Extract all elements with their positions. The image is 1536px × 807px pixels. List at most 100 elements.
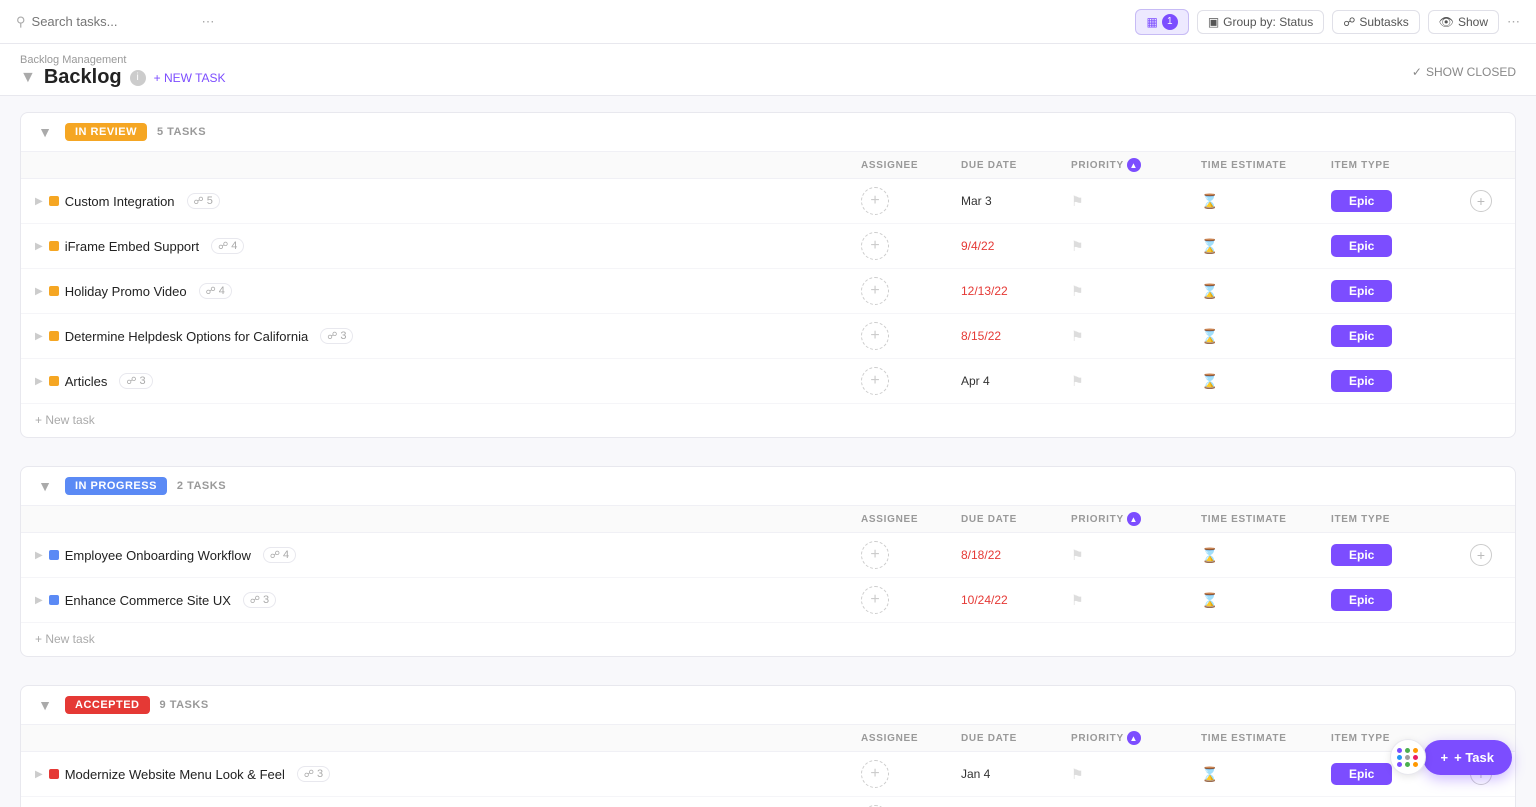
task-row[interactable]: ▶ Articles ☍ 3 +Apr 4⚑⌛Epic <box>21 359 1515 404</box>
assignee-cell[interactable]: + <box>861 367 961 395</box>
add-task-fab[interactable]: + + Task <box>1423 740 1512 775</box>
new-task-link[interactable]: + New task <box>35 413 95 427</box>
assignee-cell[interactable]: + <box>861 586 961 614</box>
task-row[interactable]: ▶ Employee Onboarding Workflow ☍ 4 +8/18… <box>21 533 1515 578</box>
assignee-cell[interactable]: + <box>861 322 961 350</box>
item-type-cell: Epic <box>1331 325 1461 347</box>
assignee-avatar[interactable]: + <box>861 187 889 215</box>
subtask-count[interactable]: ☍ 4 <box>211 238 244 254</box>
assignee-cell[interactable]: + <box>861 232 961 260</box>
item-type-cell: Epic <box>1331 544 1461 566</box>
search-area[interactable]: ⚲ ⋯ <box>16 14 1127 30</box>
assignee-avatar[interactable]: + <box>861 367 889 395</box>
assignee-avatar[interactable]: + <box>861 232 889 260</box>
expand-arrow[interactable]: ▶ <box>35 769 43 780</box>
assignee-cell[interactable]: + <box>861 541 961 569</box>
priority-cell: ⚑ <box>1071 547 1201 564</box>
subtask-count[interactable]: ☍ 3 <box>119 373 152 389</box>
task-row[interactable]: ▶ Enhance Commerce Site UX ☍ 3 +10/24/22… <box>21 578 1515 623</box>
item-type-cell: Epic <box>1331 280 1461 302</box>
hourglass-icon: ⌛ <box>1201 283 1218 300</box>
col-header-priority[interactable]: PRIORITY ▲ <box>1071 731 1201 745</box>
filter-badge: 1 <box>1162 14 1178 30</box>
expand-arrow[interactable]: ▶ <box>35 286 43 297</box>
due-date-value: 8/15/22 <box>961 329 1001 343</box>
assignee-avatar[interactable]: + <box>861 541 889 569</box>
task-row[interactable]: ▶ Determine Helpdesk Options for Califor… <box>21 314 1515 359</box>
assignee-cell[interactable]: + <box>861 187 961 215</box>
subtask-count[interactable]: ☍ 3 <box>320 328 353 344</box>
subtask-icon: ☍ <box>327 331 337 342</box>
flag-icon: ⚑ <box>1071 193 1084 210</box>
show-button[interactable]: 👁 Show <box>1428 10 1499 34</box>
assignee-avatar[interactable]: + <box>861 277 889 305</box>
expand-arrow[interactable]: ▶ <box>35 376 43 387</box>
expand-arrow[interactable]: ▶ <box>35 595 43 606</box>
expand-arrow[interactable]: ▶ <box>35 196 43 207</box>
task-row[interactable]: ▶ iFrame Embed Support ☍ 4 +9/4/22⚑⌛Epic <box>21 224 1515 269</box>
subtask-count[interactable]: ☍ 3 <box>297 766 330 782</box>
priority-cell: ⚑ <box>1071 592 1201 609</box>
add-circle-button[interactable]: + <box>1470 544 1492 566</box>
expand-arrow[interactable]: ▶ <box>35 331 43 342</box>
new-task-button[interactable]: + NEW TASK <box>154 71 226 85</box>
app-grid-button[interactable] <box>1390 739 1426 775</box>
col-header-priority[interactable]: PRIORITY ▲ <box>1071 512 1201 526</box>
subtask-count[interactable]: ☍ 5 <box>187 193 220 209</box>
col-name <box>35 512 861 526</box>
section-in-progress: ▼ IN PROGRESS 2 TASKS ASSIGNEEDUE DATEPR… <box>20 466 1516 657</box>
search-input[interactable] <box>32 14 192 29</box>
task-row[interactable]: ▶ Modernize Website Menu Look & Feel ☍ 3… <box>21 752 1515 797</box>
info-icon[interactable]: i <box>130 70 146 86</box>
task-row[interactable]: ▶ Holiday Promo Video ☍ 4 +12/13/22⚑⌛Epi… <box>21 269 1515 314</box>
subtask-icon: ☍ <box>218 241 228 252</box>
checkmark-icon: ✓ <box>1412 65 1422 79</box>
flag-icon: ⚑ <box>1071 547 1084 564</box>
collapse-in-progress-icon[interactable]: ▼ <box>35 478 55 494</box>
col-header-priority[interactable]: PRIORITY ▲ <box>1071 158 1201 172</box>
due-date-cell: Jan 4 <box>961 767 1071 781</box>
due-date-value: 10/24/22 <box>961 593 1008 607</box>
assignee-cell[interactable]: + <box>861 277 961 305</box>
priority-dot <box>49 769 59 779</box>
subtask-count[interactable]: ☍ 4 <box>263 547 296 563</box>
assignee-cell[interactable]: + <box>861 760 961 788</box>
assignee-avatar[interactable]: + <box>861 760 889 788</box>
subtask-count[interactable]: ☍ 4 <box>199 283 232 299</box>
collapse-accepted-icon[interactable]: ▼ <box>35 697 55 713</box>
expand-arrow[interactable]: ▶ <box>35 241 43 252</box>
assignee-avatar[interactable]: + <box>861 586 889 614</box>
col-header-due-date: DUE DATE <box>961 731 1071 745</box>
plus-icon: + <box>1441 750 1449 765</box>
due-date-cell: 10/24/22 <box>961 593 1071 607</box>
collapse-in-review-icon[interactable]: ▼ <box>35 124 55 140</box>
collapse-backlog-icon[interactable]: ▼ <box>20 69 36 87</box>
due-date-cell: Apr 4 <box>961 374 1071 388</box>
due-date-cell: Mar 3 <box>961 194 1071 208</box>
new-task-link[interactable]: + New task <box>35 632 95 646</box>
col-header-due-date: DUE DATE <box>961 158 1071 172</box>
time-estimate-cell: ⌛ <box>1201 283 1331 300</box>
flag-icon: ⚑ <box>1071 238 1084 255</box>
subtask-count[interactable]: ☍ 3 <box>243 592 276 608</box>
expand-arrow[interactable]: ▶ <box>35 550 43 561</box>
filter-button[interactable]: ▦ 1 <box>1135 9 1188 35</box>
item-type-cell: Epic <box>1331 370 1461 392</box>
show-closed-button[interactable]: ✓ SHOW CLOSED <box>1412 65 1516 79</box>
more-options-icon[interactable]: ⋯ <box>202 14 215 30</box>
priority-dot <box>49 196 59 206</box>
assignee-avatar[interactable]: + <box>861 322 889 350</box>
subtask-num: 3 <box>340 330 346 342</box>
fab-label: + Task <box>1454 750 1494 765</box>
group-by-button[interactable]: ▣ Group by: Status <box>1197 10 1324 34</box>
task-row[interactable]: ▶ Custom Integration ☍ 5 +Mar 3⚑⌛Epic+ <box>21 179 1515 224</box>
col-name <box>35 731 861 745</box>
add-circle-button[interactable]: + <box>1470 190 1492 212</box>
topbar-more-icon[interactable]: ⋯ <box>1507 14 1520 30</box>
priority-cell: ⚑ <box>1071 193 1201 210</box>
subtasks-button[interactable]: ☍ Subtasks <box>1332 10 1420 34</box>
subtask-num: 4 <box>219 285 225 297</box>
time-estimate-cell: ⌛ <box>1201 766 1331 783</box>
add-col: + <box>1461 190 1501 212</box>
col-header-time-estimate: TIME ESTIMATE <box>1201 731 1331 745</box>
